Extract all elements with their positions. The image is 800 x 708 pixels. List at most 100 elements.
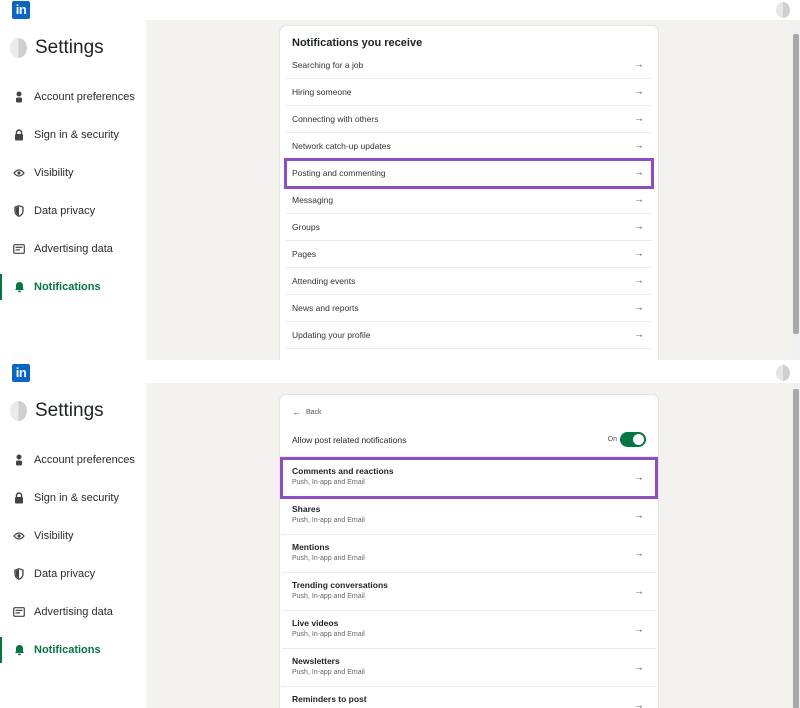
sidebar-item-visibility[interactable]: Visibility [0, 517, 146, 555]
list-item[interactable]: Updating your profile → [286, 322, 652, 349]
list-item[interactable]: Newsletters Push, In-app and Email → [282, 649, 656, 687]
sidebar-item-label: Visibility [34, 530, 74, 542]
scrollbar-thumb[interactable] [793, 389, 799, 708]
avatar [10, 38, 27, 58]
list-item-label: Posting and commenting [292, 168, 386, 178]
bell-icon [12, 643, 26, 657]
settings-panel-top: in Settings Account preferences Sign in … [0, 0, 800, 360]
arrow-right-icon: → [634, 329, 644, 341]
settings-sidebar: Settings Account preferences Sign in & s… [0, 20, 146, 360]
list-item-title: Newsletters [292, 656, 340, 666]
list-item[interactable]: Groups → [286, 214, 652, 241]
profile-avatar[interactable] [776, 365, 790, 381]
list-item-comments-and-reactions[interactable]: Comments and reactions Push, In-app and … [280, 457, 658, 499]
ad-icon [12, 242, 26, 256]
scrollbar[interactable] [792, 20, 800, 360]
arrow-right-icon: → [634, 194, 644, 206]
arrow-right-icon: → [634, 113, 644, 125]
list-item[interactable]: Trending conversations Push, In-app and … [282, 573, 656, 611]
list-item-title: Reminders to post [292, 694, 367, 704]
allow-post-notifications-row: Allow post related notifications On [280, 427, 658, 457]
list-item-title: Trending conversations [292, 580, 388, 590]
sidebar-item-account-preferences[interactable]: Account preferences [0, 441, 146, 479]
shield-icon [12, 567, 26, 581]
eye-icon [12, 166, 26, 180]
list-item[interactable]: Reminders to post → [282, 687, 656, 708]
list-item-title: Mentions [292, 542, 330, 552]
arrow-right-icon: → [634, 86, 644, 98]
sidebar-title: Settings [35, 400, 104, 421]
list-item[interactable]: Hiring someone → [286, 79, 652, 106]
sidebar-item-visibility[interactable]: Visibility [0, 154, 146, 192]
list-item[interactable]: News and reports → [286, 295, 652, 322]
list-item[interactable]: Shares Push, In-app and Email → [282, 497, 656, 535]
list-item-title: Comments and reactions [292, 466, 394, 476]
sidebar-item-advertising-data[interactable]: Advertising data [0, 593, 146, 631]
linkedin-logo[interactable]: in [12, 1, 30, 19]
toggle-state-label: On [607, 436, 617, 443]
list-item-title: Shares [292, 504, 321, 514]
arrow-right-icon: → [634, 167, 644, 179]
allow-post-notifications-label: Allow post related notifications [292, 435, 407, 445]
scrollbar-thumb[interactable] [793, 34, 799, 334]
arrow-right-icon: → [634, 302, 644, 314]
back-label: Back [306, 408, 322, 416]
list-item-label: Updating your profile [292, 330, 371, 340]
sidebar-item-label: Sign in & security [34, 492, 119, 504]
sidebar-item-label: Notifications [34, 281, 101, 293]
list-item[interactable]: Messaging → [286, 187, 652, 214]
list-item-posting-and-commenting[interactable]: Posting and commenting → [284, 158, 654, 189]
list-item-label: Searching for a job [292, 60, 364, 70]
notification-category-list: Searching for a job → Hiring someone → C… [280, 52, 658, 349]
sidebar-item-sign-in-security[interactable]: Sign in & security [0, 116, 146, 154]
arrow-right-icon: → [634, 472, 644, 483]
list-item-title: Live videos [292, 618, 339, 628]
list-item[interactable]: Live videos Push, In-app and Email → [282, 611, 656, 649]
sidebar-header: Settings [10, 399, 104, 423]
list-item-subtitle: Push, In-app and Email [292, 669, 365, 676]
list-item-subtitle: Push, In-app and Email [292, 479, 365, 486]
sidebar-item-data-privacy[interactable]: Data privacy [0, 192, 146, 230]
post-notification-list: Comments and reactions Push, In-app and … [280, 457, 658, 708]
lock-icon [12, 491, 26, 505]
sidebar-item-label: Advertising data [34, 243, 113, 255]
list-item-subtitle: Push, In-app and Email [292, 517, 365, 524]
list-item-label: News and reports [292, 303, 359, 313]
list-item-label: Network catch-up updates [292, 141, 391, 151]
top-bar: in [0, 0, 800, 20]
allow-post-notifications-toggle[interactable] [620, 432, 646, 447]
back-button[interactable]: ← Back [292, 407, 322, 417]
list-item-label: Pages [292, 249, 317, 259]
top-bar: in [0, 363, 800, 383]
sidebar-item-notifications[interactable]: Notifications [0, 631, 146, 669]
sidebar-item-notifications[interactable]: Notifications [0, 268, 146, 306]
linkedin-logo[interactable]: in [12, 364, 30, 382]
list-item[interactable]: Network catch-up updates → [286, 133, 652, 160]
list-item[interactable]: Connecting with others → [286, 106, 652, 133]
arrow-left-icon: ← [292, 407, 301, 417]
list-item[interactable]: Searching for a job → [286, 52, 652, 79]
list-item[interactable]: Pages → [286, 241, 652, 268]
person-icon [12, 90, 26, 104]
list-item-label: Groups [292, 222, 320, 232]
list-item-label: Messaging [292, 195, 334, 205]
sidebar-header: Settings [10, 36, 104, 60]
sidebar-item-advertising-data[interactable]: Advertising data [0, 230, 146, 268]
sidebar-item-label: Notifications [34, 644, 101, 656]
sidebar-item-account-preferences[interactable]: Account preferences [0, 78, 146, 116]
profile-avatar[interactable] [776, 2, 790, 18]
scrollbar[interactable] [792, 383, 800, 708]
list-item[interactable]: Mentions Push, In-app and Email → [282, 535, 656, 573]
card-title: Notifications you receive [292, 37, 423, 49]
settings-panel-bottom: in Settings Account preferences Sign in … [0, 363, 800, 708]
sidebar-item-data-privacy[interactable]: Data privacy [0, 555, 146, 593]
list-item[interactable]: Attending events → [286, 268, 652, 295]
arrow-right-icon: → [634, 221, 644, 233]
post-notifications-card: ← Back Allow post related notifications … [280, 395, 658, 708]
notifications-card: Notifications you receive Searching for … [280, 26, 658, 360]
list-item-label: Attending events [292, 276, 356, 286]
sidebar-item-label: Account preferences [34, 91, 135, 103]
sidebar-item-label: Data privacy [34, 205, 96, 217]
ad-icon [12, 605, 26, 619]
sidebar-item-sign-in-security[interactable]: Sign in & security [0, 479, 146, 517]
